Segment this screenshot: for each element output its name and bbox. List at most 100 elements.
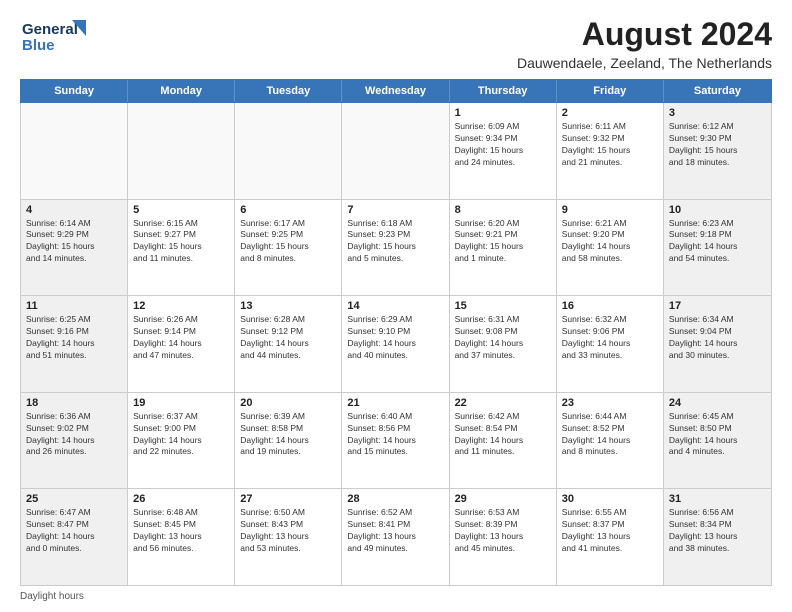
cell-info: Sunrise: 6:39 AM Sunset: 8:58 PM Dayligh… — [240, 411, 336, 459]
day-cell-9: 9 Sunrise: 6:21 AM Sunset: 9:20 PM Daylig… — [557, 200, 664, 296]
cell-info: Sunrise: 6:20 AM Sunset: 9:21 PM Dayligh… — [455, 218, 551, 266]
day-number: 26 — [133, 493, 229, 505]
day-number: 13 — [240, 300, 336, 312]
empty-cell — [128, 103, 235, 199]
cell-info: Sunrise: 6:56 AM Sunset: 8:34 PM Dayligh… — [669, 507, 766, 555]
cell-info: Sunrise: 6:15 AM Sunset: 9:27 PM Dayligh… — [133, 218, 229, 266]
day-number: 6 — [240, 204, 336, 216]
day-cell-22: 22 Sunrise: 6:42 AM Sunset: 8:54 PM Dayli… — [450, 393, 557, 489]
day-cell-18: 18Sunrise: 6:36 AM Sunset: 9:02 PM Dayli… — [21, 393, 128, 489]
header-cell-wednesday: Wednesday — [342, 80, 449, 102]
day-number: 9 — [562, 204, 658, 216]
day-number: 27 — [240, 493, 336, 505]
day-cell-27: 27Sunrise: 6:50 AM Sunset: 8:43 PM Dayli… — [235, 489, 342, 585]
main-title: August 2024 — [517, 16, 772, 53]
day-number: 14 — [347, 300, 443, 312]
day-number: 7 — [347, 204, 443, 216]
day-number: 3 — [669, 107, 766, 119]
day-cell-7: 7 Sunrise: 6:18 AM Sunset: 9:23 PM Daylig… — [342, 200, 449, 296]
header-cell-monday: Monday — [128, 80, 235, 102]
day-number: 11 — [26, 300, 122, 312]
logo-icon: GeneralBlue — [20, 16, 90, 56]
day-number: 23 — [562, 397, 658, 409]
day-cell-13: 13 Sunrise: 6:28 AM Sunset: 9:12 PM Dayli… — [235, 296, 342, 392]
header-cell-tuesday: Tuesday — [235, 80, 342, 102]
day-cell-24: 24Sunrise: 6:45 AM Sunset: 8:50 PM Dayli… — [664, 393, 771, 489]
day-number: 22 — [455, 397, 551, 409]
cell-info: Sunrise: 6:36 AM Sunset: 9:02 PM Dayligh… — [26, 411, 122, 459]
cell-info: Sunrise: 6:32 AM Sunset: 9:06 PM Dayligh… — [562, 314, 658, 362]
day-cell-19: 19 Sunrise: 6:37 AM Sunset: 9:00 PM Dayli… — [128, 393, 235, 489]
day-cell-1: 1Sunrise: 6:09 AM Sunset: 9:34 PM Daylig… — [450, 103, 557, 199]
header-cell-saturday: Saturday — [664, 80, 771, 102]
logo: GeneralBlue General Blue — [20, 16, 90, 56]
empty-cell — [21, 103, 128, 199]
day-number: 21 — [347, 397, 443, 409]
cell-info: Sunrise: 6:21 AM Sunset: 9:20 PM Dayligh… — [562, 218, 658, 266]
empty-cell — [342, 103, 449, 199]
day-cell-8: 8Sunrise: 6:20 AM Sunset: 9:21 PM Daylig… — [450, 200, 557, 296]
day-number: 12 — [133, 300, 229, 312]
empty-cell — [235, 103, 342, 199]
cell-info: Sunrise: 6:11 AM Sunset: 9:32 PM Dayligh… — [562, 121, 658, 169]
day-cell-30: 30 Sunrise: 6:55 AM Sunset: 8:37 PM Dayli… — [557, 489, 664, 585]
header-cell-thursday: Thursday — [450, 80, 557, 102]
day-number: 28 — [347, 493, 443, 505]
day-cell-10: 10 Sunrise: 6:23 AM Sunset: 9:18 PM Dayli… — [664, 200, 771, 296]
cell-info: Sunrise: 6:37 AM Sunset: 9:00 PM Dayligh… — [133, 411, 229, 459]
day-cell-15: 15Sunrise: 6:31 AM Sunset: 9:08 PM Dayli… — [450, 296, 557, 392]
day-number: 31 — [669, 493, 766, 505]
day-number: 29 — [455, 493, 551, 505]
day-number: 2 — [562, 107, 658, 119]
footer-note: Daylight hours — [20, 591, 772, 602]
header: GeneralBlue General Blue August 2024 Dau… — [20, 16, 772, 71]
day-cell-26: 26 Sunrise: 6:48 AM Sunset: 8:45 PM Dayli… — [128, 489, 235, 585]
header-cell-friday: Friday — [557, 80, 664, 102]
day-number: 16 — [562, 300, 658, 312]
cell-info: Sunrise: 6:48 AM Sunset: 8:45 PM Dayligh… — [133, 507, 229, 555]
day-cell-16: 16 Sunrise: 6:32 AM Sunset: 9:06 PM Dayli… — [557, 296, 664, 392]
week-3: 11Sunrise: 6:25 AM Sunset: 9:16 PM Dayli… — [21, 296, 771, 393]
day-cell-4: 4Sunrise: 6:14 AM Sunset: 9:29 PM Daylig… — [21, 200, 128, 296]
day-number: 15 — [455, 300, 551, 312]
day-cell-23: 23 Sunrise: 6:44 AM Sunset: 8:52 PM Dayli… — [557, 393, 664, 489]
day-number: 10 — [669, 204, 766, 216]
day-cell-2: 2 Sunrise: 6:11 AM Sunset: 9:32 PM Daylig… — [557, 103, 664, 199]
day-cell-6: 6Sunrise: 6:17 AM Sunset: 9:25 PM Daylig… — [235, 200, 342, 296]
day-cell-17: 17Sunrise: 6:34 AM Sunset: 9:04 PM Dayli… — [664, 296, 771, 392]
day-number: 30 — [562, 493, 658, 505]
calendar: SundayMondayTuesdayWednesdayThursdayFrid… — [20, 79, 772, 586]
week-4: 18Sunrise: 6:36 AM Sunset: 9:02 PM Dayli… — [21, 393, 771, 490]
cell-info: Sunrise: 6:18 AM Sunset: 9:23 PM Dayligh… — [347, 218, 443, 266]
day-cell-14: 14 Sunrise: 6:29 AM Sunset: 9:10 PM Dayli… — [342, 296, 449, 392]
cell-info: Sunrise: 6:12 AM Sunset: 9:30 PM Dayligh… — [669, 121, 766, 169]
cell-info: Sunrise: 6:52 AM Sunset: 8:41 PM Dayligh… — [347, 507, 443, 555]
cell-info: Sunrise: 6:44 AM Sunset: 8:52 PM Dayligh… — [562, 411, 658, 459]
day-number: 5 — [133, 204, 229, 216]
day-cell-31: 31 Sunrise: 6:56 AM Sunset: 8:34 PM Dayli… — [664, 489, 771, 585]
day-number: 19 — [133, 397, 229, 409]
day-cell-29: 29 Sunrise: 6:53 AM Sunset: 8:39 PM Dayli… — [450, 489, 557, 585]
day-number: 1 — [455, 107, 551, 119]
day-cell-12: 12 Sunrise: 6:26 AM Sunset: 9:14 PM Dayli… — [128, 296, 235, 392]
cell-info: Sunrise: 6:23 AM Sunset: 9:18 PM Dayligh… — [669, 218, 766, 266]
cell-info: Sunrise: 6:26 AM Sunset: 9:14 PM Dayligh… — [133, 314, 229, 362]
cell-info: Sunrise: 6:29 AM Sunset: 9:10 PM Dayligh… — [347, 314, 443, 362]
page: GeneralBlue General Blue August 2024 Dau… — [0, 0, 792, 612]
cell-info: Sunrise: 6:47 AM Sunset: 8:47 PM Dayligh… — [26, 507, 122, 555]
week-1: 1Sunrise: 6:09 AM Sunset: 9:34 PM Daylig… — [21, 103, 771, 200]
day-cell-5: 5 Sunrise: 6:15 AM Sunset: 9:27 PM Daylig… — [128, 200, 235, 296]
day-cell-25: 25 Sunrise: 6:47 AM Sunset: 8:47 PM Dayli… — [21, 489, 128, 585]
day-number: 4 — [26, 204, 122, 216]
cell-info: Sunrise: 6:53 AM Sunset: 8:39 PM Dayligh… — [455, 507, 551, 555]
cell-info: Sunrise: 6:55 AM Sunset: 8:37 PM Dayligh… — [562, 507, 658, 555]
cell-info: Sunrise: 6:45 AM Sunset: 8:50 PM Dayligh… — [669, 411, 766, 459]
day-cell-11: 11Sunrise: 6:25 AM Sunset: 9:16 PM Dayli… — [21, 296, 128, 392]
subtitle: Dauwendaele, Zeeland, The Netherlands — [517, 55, 772, 71]
cell-info: Sunrise: 6:40 AM Sunset: 8:56 PM Dayligh… — [347, 411, 443, 459]
day-number: 25 — [26, 493, 122, 505]
day-number: 17 — [669, 300, 766, 312]
day-cell-20: 20Sunrise: 6:39 AM Sunset: 8:58 PM Dayli… — [235, 393, 342, 489]
cell-info: Sunrise: 6:28 AM Sunset: 9:12 PM Dayligh… — [240, 314, 336, 362]
cell-info: Sunrise: 6:42 AM Sunset: 8:54 PM Dayligh… — [455, 411, 551, 459]
